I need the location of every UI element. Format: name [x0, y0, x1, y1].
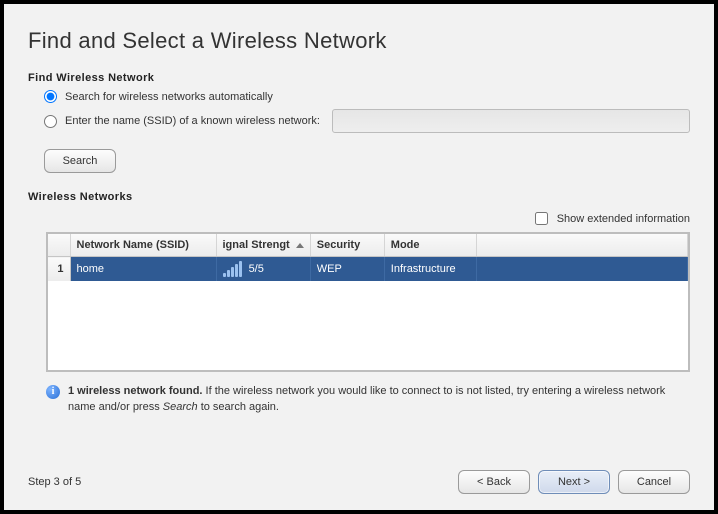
row-ssid: home [70, 257, 216, 282]
networks-table: Network Name (SSID) ignal Strengt Securi… [46, 232, 690, 372]
show-extended-checkbox[interactable] [535, 212, 548, 225]
table-row[interactable]: 1 home 5/5 WEP Infrastructure [48, 257, 688, 282]
search-button[interactable]: Search [44, 149, 116, 173]
col-filler [476, 234, 687, 257]
row-mode: Infrastructure [384, 257, 476, 282]
find-section-heading: Find Wireless Network [28, 72, 690, 84]
show-extended-label: Show extended information [557, 213, 690, 225]
row-index: 1 [48, 257, 70, 282]
list-section-heading: Wireless Networks [28, 191, 690, 203]
col-security[interactable]: Security [310, 234, 384, 257]
info-italic: Search [163, 401, 198, 413]
row-signal: 5/5 [216, 257, 310, 282]
info-bold: 1 wireless network found. [68, 385, 202, 397]
sort-asc-icon [296, 243, 304, 248]
col-index[interactable] [48, 234, 70, 257]
col-signal-text: ignal Strengt [223, 239, 290, 251]
signal-bars-icon [223, 261, 242, 277]
col-signal[interactable]: ignal Strengt [216, 234, 310, 257]
radio-auto[interactable] [44, 90, 57, 103]
radio-auto-label: Search for wireless networks automatical… [65, 91, 273, 103]
page-title: Find and Select a Wireless Network [28, 28, 690, 54]
info-message: i 1 wireless network found. If the wirel… [46, 384, 690, 416]
col-mode[interactable]: Mode [384, 234, 476, 257]
col-ssid[interactable]: Network Name (SSID) [70, 234, 216, 257]
row-signal-text: 5/5 [249, 263, 264, 275]
radio-manual[interactable] [44, 115, 57, 128]
radio-manual-label: Enter the name (SSID) of a known wireles… [65, 115, 320, 127]
info-tail: to search again. [198, 401, 279, 413]
row-security: WEP [310, 257, 384, 282]
step-indicator: Step 3 of 5 [28, 476, 81, 488]
back-button[interactable]: < Back [458, 470, 530, 494]
info-icon: i [46, 385, 60, 399]
cancel-button[interactable]: Cancel [618, 470, 690, 494]
ssid-input[interactable] [332, 109, 690, 133]
next-button[interactable]: Next > [538, 470, 610, 494]
